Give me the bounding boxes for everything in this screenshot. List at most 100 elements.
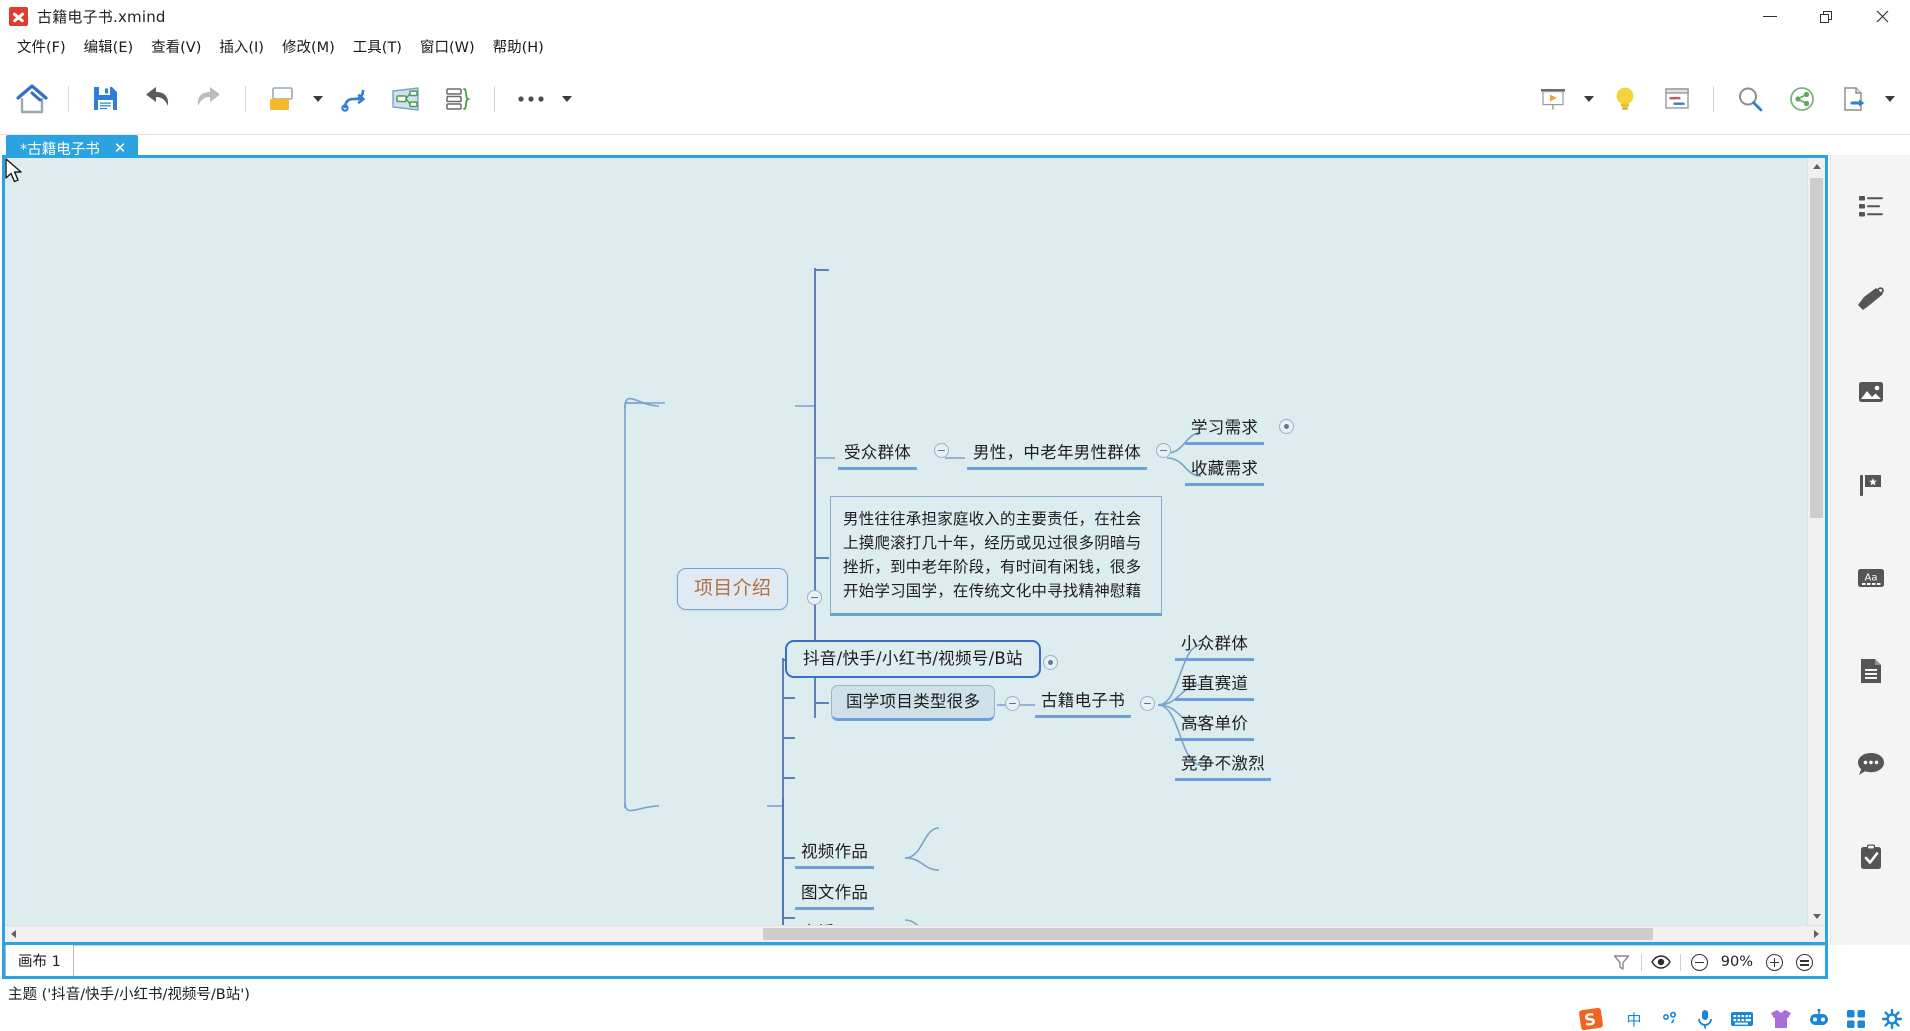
toolbox-button[interactable] (1846, 1009, 1866, 1029)
redo-button[interactable] (183, 73, 235, 125)
close-button[interactable] (1854, 0, 1910, 33)
rail-image-button[interactable] (1849, 373, 1893, 411)
node-image-text-works[interactable]: 图文作品 (795, 881, 874, 910)
node-audience-group[interactable]: 受众群体 (838, 441, 917, 470)
export-button[interactable] (1828, 73, 1880, 125)
menu-tools[interactable]: 工具(T) (344, 37, 411, 60)
theme-dropdown-caret[interactable] (308, 73, 328, 125)
presentation-dropdown-caret[interactable] (1579, 73, 1599, 125)
close-icon[interactable]: ✕ (114, 141, 127, 156)
notes-panel-icon (1663, 86, 1691, 112)
menu-edit[interactable]: 编辑(E) (75, 37, 142, 60)
menu-window[interactable]: 窗口(W) (411, 37, 484, 60)
menu-modify[interactable]: 修改(M) (273, 37, 344, 60)
node-video-works[interactable]: 视频作品 (795, 840, 874, 869)
voice-input-button[interactable] (1696, 1008, 1714, 1030)
mindmap-root: 受众群体 男性，中老年男性群体 学习需求 收藏需求 项目介绍 男性往往承担家庭收… (5, 158, 1807, 925)
menu-help[interactable]: 帮助(H) (484, 37, 553, 60)
rail-comment-button[interactable] (1849, 745, 1893, 783)
node-note-paragraph[interactable]: 男性往往承担家庭收入的主要责任，在社会上摸爬滚打几十年，经历或见过很多阴暗与挫折… (830, 496, 1162, 616)
canvas-vertical-scrollbar[interactable] (1807, 158, 1825, 925)
search-button[interactable] (1724, 73, 1776, 125)
punctuation-icon (1660, 1009, 1680, 1029)
menu-insert[interactable]: 插入(I) (210, 37, 273, 60)
node-need-collect[interactable]: 收藏需求 (1185, 457, 1264, 486)
lightbulb-icon (1611, 84, 1639, 114)
fit-to-screen-button[interactable] (1789, 947, 1819, 977)
collapse-toggle-ebook[interactable] (1140, 696, 1155, 711)
node-high-price[interactable]: 高客单价 (1175, 712, 1254, 741)
assistant-button[interactable] (1808, 1009, 1830, 1029)
window-controls (1742, 0, 1910, 33)
input-mode-button[interactable]: 中 (1624, 1009, 1644, 1029)
export-dropdown-caret[interactable] (1880, 73, 1900, 125)
collapse-toggle-project-intro[interactable] (807, 590, 822, 605)
scroll-down-button[interactable] (1808, 908, 1825, 925)
maximize-button[interactable] (1798, 0, 1854, 33)
sogou-logo-button[interactable]: S (1578, 1008, 1608, 1030)
expand-toggle-platforms[interactable] (1043, 655, 1058, 670)
collapse-toggle-audience-group[interactable] (934, 443, 949, 458)
save-button[interactable] (79, 73, 131, 125)
visibility-button[interactable] (1646, 947, 1676, 977)
scroll-left-button[interactable] (5, 926, 22, 942)
home-button[interactable] (6, 73, 58, 125)
menu-view[interactable]: 查看(V) (142, 37, 210, 60)
node-need-learn[interactable]: 学习需求 (1185, 416, 1264, 445)
structure-button[interactable] (328, 73, 380, 125)
canvas-horizontal-scrollbar[interactable] (5, 925, 1825, 942)
chevron-up-icon (1813, 164, 1821, 169)
chevron-down-icon (313, 96, 323, 102)
scroll-right-button[interactable] (1808, 926, 1825, 942)
node-vertical-track[interactable]: 垂直赛道 (1175, 672, 1254, 701)
rail-outline-button[interactable] (1849, 187, 1893, 225)
map-shape-button[interactable] (380, 73, 432, 125)
share-button[interactable] (1776, 73, 1828, 125)
minimize-button[interactable] (1742, 0, 1798, 33)
menu-file[interactable]: 文件(F) (8, 37, 75, 60)
node-niche-group[interactable]: 小众群体 (1175, 632, 1254, 661)
brainstorm-button[interactable] (1599, 73, 1651, 125)
horizontal-scroll-thumb[interactable] (763, 928, 1653, 940)
soft-keyboard-button[interactable] (1730, 1010, 1754, 1028)
theme-button[interactable] (256, 73, 308, 125)
rail-font-button[interactable]: Aa (1849, 559, 1893, 597)
more-options-button[interactable] (505, 73, 557, 125)
canvas-frame: 受众群体 男性，中老年男性群体 学习需求 收藏需求 项目介绍 男性往往承担家庭收… (2, 155, 1828, 945)
node-project-intro[interactable]: 项目介绍 (677, 568, 788, 610)
zoom-in-icon (1766, 954, 1783, 971)
punctuation-button[interactable] (1660, 1009, 1680, 1029)
scroll-up-button[interactable] (1808, 158, 1825, 175)
node-platforms[interactable]: 抖音/快手/小红书/视频号/B站 (785, 640, 1041, 678)
node-guoxue-types[interactable]: 国学项目类型很多 (831, 685, 995, 721)
collapse-toggle-guoxue-types[interactable] (1005, 696, 1020, 711)
chevron-down-icon (1813, 914, 1821, 919)
filter-button[interactable] (1607, 947, 1637, 977)
rail-marker-button[interactable] (1849, 466, 1893, 504)
sheet-tab-canvas1[interactable]: 画布 1 (5, 945, 74, 976)
notes-panel-button[interactable] (1651, 73, 1703, 125)
undo-button[interactable] (131, 73, 183, 125)
node-ebook[interactable]: 古籍电子书 (1035, 689, 1131, 718)
skin-button[interactable] (1770, 1009, 1792, 1029)
zoom-out-button[interactable] (1685, 947, 1715, 977)
ime-settings-button[interactable] (1882, 1009, 1902, 1029)
save-icon (92, 85, 119, 112)
node-low-competition[interactable]: 竞争不激烈 (1175, 752, 1271, 781)
chinese-mode-icon: 中 (1624, 1009, 1644, 1029)
rail-task-button[interactable] (1849, 838, 1893, 876)
zoom-in-button[interactable] (1759, 947, 1789, 977)
zoom-level-label: 90% (1715, 954, 1759, 970)
presentation-icon (1538, 84, 1568, 114)
chevron-down-icon (1885, 96, 1895, 102)
vertical-scroll-thumb[interactable] (1810, 178, 1823, 518)
presentation-button[interactable] (1527, 73, 1579, 125)
collapse-toggle-audience-detail[interactable] (1156, 443, 1171, 458)
rail-notes-button[interactable] (1849, 652, 1893, 690)
rail-style-button[interactable] (1849, 280, 1893, 318)
node-audience-detail[interactable]: 男性，中老年男性群体 (967, 441, 1147, 470)
mindmap-canvas[interactable]: 受众群体 男性，中老年男性群体 学习需求 收藏需求 项目介绍 男性往往承担家庭收… (5, 158, 1807, 925)
expand-toggle-need-learn[interactable] (1279, 419, 1294, 434)
more-dropdown-caret[interactable] (557, 73, 577, 125)
outline-brace-button[interactable] (432, 73, 484, 125)
